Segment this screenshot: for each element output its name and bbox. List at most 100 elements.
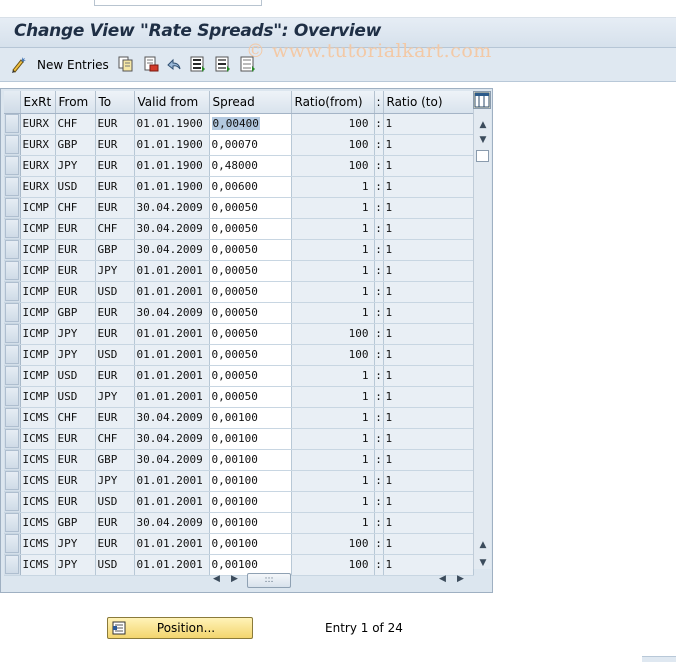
cell-ratio-to[interactable]: 1 (383, 533, 474, 555)
row-selector[interactable] (4, 407, 21, 429)
row-selector[interactable] (4, 470, 21, 492)
cell-spread[interactable]: 0,00100 (209, 533, 292, 555)
scroll-up-icon[interactable]: ▲ (477, 119, 489, 131)
delete-icon[interactable] (143, 56, 159, 72)
cell-spread[interactable]: 0,00100 (209, 407, 292, 429)
cell-ratio-to[interactable]: 1 (383, 176, 474, 198)
row-selector[interactable] (4, 386, 21, 408)
select-block-icon[interactable] (215, 56, 231, 72)
cell-ratio-from[interactable]: 1 (291, 470, 375, 492)
cell-ratio-from[interactable]: 1 (291, 302, 375, 324)
cell-ratio-to[interactable]: 1 (383, 470, 474, 492)
cell-ratio-to[interactable]: 1 (383, 344, 474, 366)
row-selector[interactable] (4, 197, 21, 219)
column-header[interactable]: ExRt (20, 91, 56, 114)
cell-spread[interactable]: 0,00100 (209, 554, 292, 576)
cell-ratio-from[interactable]: 100 (291, 554, 375, 576)
copy-icon[interactable] (118, 56, 134, 72)
cell-ratio-from[interactable]: 1 (291, 281, 375, 303)
column-header[interactable]: Ratio (to) (383, 91, 474, 114)
vertical-scrollbar[interactable]: ▲ ▼ ▲ ▼ (473, 91, 491, 569)
cell-ratio-to[interactable]: 1 (383, 134, 474, 156)
cell-ratio-from[interactable]: 1 (291, 386, 375, 408)
cell-spread[interactable]: 0,00100 (209, 428, 292, 450)
cell-ratio-from[interactable]: 1 (291, 407, 375, 429)
scroll-left-end-icon[interactable]: ◀ (439, 574, 446, 584)
scroll-right-end-icon[interactable]: ▶ (457, 574, 464, 584)
row-selector[interactable] (4, 323, 21, 345)
horizontal-scroll-thumb[interactable]: ::: (247, 573, 291, 588)
row-selector[interactable] (4, 218, 21, 240)
column-header[interactable]: From (55, 91, 96, 114)
cell-spread[interactable]: 0,00050 (209, 344, 292, 366)
cell-spread[interactable]: 0,00050 (209, 365, 292, 387)
cell-ratio-from[interactable]: 1 (291, 365, 375, 387)
cell-spread[interactable]: 0,00070 (209, 134, 292, 156)
cell-ratio-from[interactable]: 1 (291, 428, 375, 450)
cell-spread[interactable]: 0,00050 (209, 281, 292, 303)
row-selector[interactable] (4, 281, 21, 303)
scroll-thumb[interactable] (476, 150, 489, 162)
cell-ratio-to[interactable]: 1 (383, 407, 474, 429)
scroll-down-icon[interactable]: ▼ (477, 134, 489, 146)
row-selector[interactable] (4, 260, 21, 282)
cell-ratio-to[interactable]: 1 (383, 281, 474, 303)
undo-icon[interactable] (166, 56, 182, 72)
cell-ratio-from[interactable]: 1 (291, 512, 375, 534)
cell-spread[interactable]: 0,00100 (209, 491, 292, 513)
position-button[interactable]: Position... (107, 617, 253, 639)
row-selector[interactable] (4, 239, 21, 261)
cell-ratio-to[interactable]: 1 (383, 491, 474, 513)
select-all-rows-button[interactable] (4, 91, 21, 114)
cell-ratio-from[interactable]: 1 (291, 491, 375, 513)
cell-ratio-from[interactable]: 100 (291, 344, 375, 366)
cell-spread[interactable]: 0,00050 (209, 239, 292, 261)
row-selector[interactable] (4, 428, 21, 450)
horizontal-scrollbar[interactable]: ◀ ▶ ::: ◀ ▶ (211, 573, 471, 589)
cell-ratio-from[interactable]: 100 (291, 113, 375, 135)
cell-ratio-from[interactable]: 1 (291, 197, 375, 219)
cell-ratio-to[interactable]: 1 (383, 155, 474, 177)
cell-spread[interactable]: 0,00050 (209, 197, 292, 219)
cell-spread[interactable]: 0,00100 (209, 449, 292, 471)
cell-ratio-to[interactable]: 1 (383, 386, 474, 408)
cell-ratio-from[interactable]: 100 (291, 533, 375, 555)
cell-ratio-from[interactable]: 100 (291, 134, 375, 156)
cell-spread[interactable]: 0,00100 (209, 470, 292, 492)
cell-ratio-to[interactable]: 1 (383, 197, 474, 219)
cell-ratio-from[interactable]: 1 (291, 218, 375, 240)
cell-ratio-to[interactable]: 1 (383, 239, 474, 261)
scroll-right-icon[interactable]: ▶ (231, 574, 238, 584)
cell-ratio-from[interactable]: 1 (291, 449, 375, 471)
cell-ratio-to[interactable]: 1 (383, 554, 474, 576)
row-selector[interactable] (4, 512, 21, 534)
row-selector[interactable] (4, 302, 21, 324)
cell-spread[interactable]: 0,00400 (209, 113, 292, 135)
table-settings-icon[interactable] (473, 91, 491, 109)
cell-ratio-to[interactable]: 1 (383, 428, 474, 450)
cell-spread[interactable]: 0,00050 (209, 302, 292, 324)
row-selector[interactable] (4, 491, 21, 513)
new-entries-button[interactable]: New Entries (10, 55, 109, 75)
row-selector[interactable] (4, 113, 21, 135)
cell-ratio-to[interactable]: 1 (383, 218, 474, 240)
cell-spread[interactable]: 0,00050 (209, 218, 292, 240)
column-header[interactable]: Ratio(from) (291, 91, 375, 114)
cell-spread[interactable]: 0,00100 (209, 512, 292, 534)
column-header[interactable]: Spread (209, 91, 292, 114)
cell-ratio-from[interactable]: 100 (291, 155, 375, 177)
cell-spread[interactable]: 0,00600 (209, 176, 292, 198)
cell-ratio-to[interactable]: 1 (383, 113, 474, 135)
cell-ratio-from[interactable]: 1 (291, 239, 375, 261)
cell-ratio-to[interactable]: 1 (383, 302, 474, 324)
select-all-icon[interactable] (190, 56, 206, 72)
cell-ratio-from[interactable]: 100 (291, 323, 375, 345)
scroll-left-icon[interactable]: ◀ (213, 574, 220, 584)
cell-spread[interactable]: 0,00050 (209, 386, 292, 408)
cell-ratio-from[interactable]: 1 (291, 260, 375, 282)
cell-ratio-to[interactable]: 1 (383, 323, 474, 345)
cell-ratio-to[interactable]: 1 (383, 365, 474, 387)
cell-spread[interactable]: 0,48000 (209, 155, 292, 177)
command-field[interactable] (94, 0, 262, 6)
cell-ratio-to[interactable]: 1 (383, 449, 474, 471)
